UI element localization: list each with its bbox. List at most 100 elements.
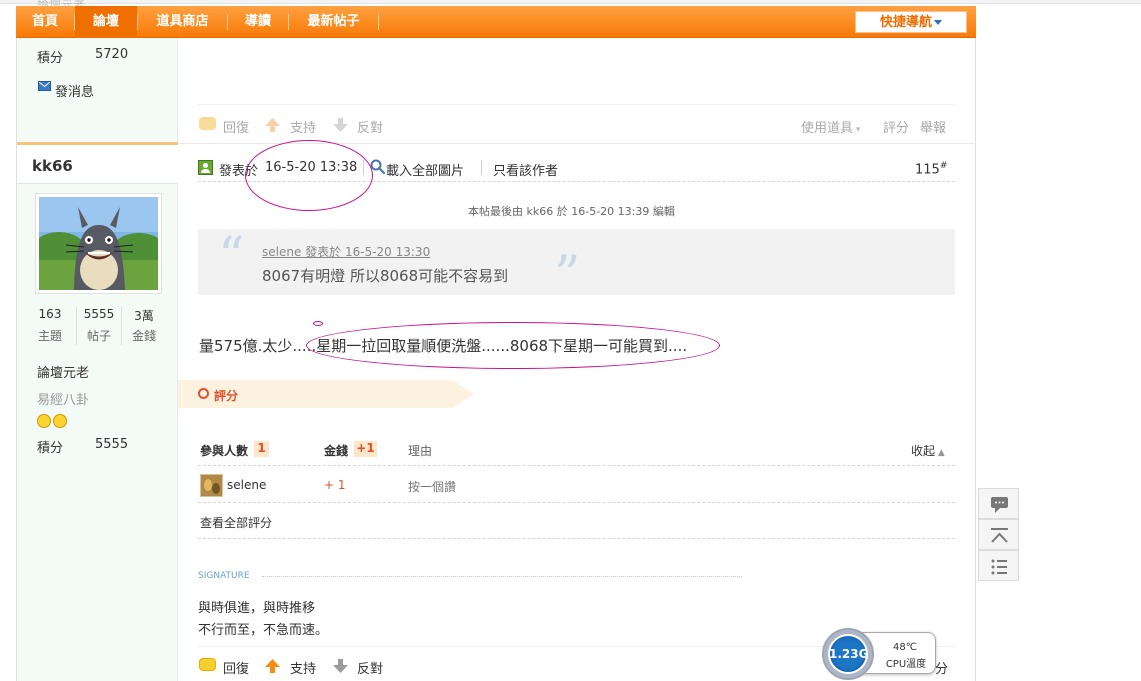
quote-meta[interactable]: selene 發表於 16-5-20 13:30 — [262, 243, 430, 260]
stat-label-posts: 帖子 — [86, 329, 111, 343]
search-icon — [370, 159, 386, 175]
only-author-link[interactable]: 只看該作者 — [493, 160, 558, 179]
rating-title: 評分 — [214, 389, 239, 403]
signature-divider — [262, 576, 742, 577]
floor-number[interactable]: 115# — [915, 161, 947, 177]
quote-text: 8067有明燈 所以8068可能不容易到 — [262, 267, 509, 285]
cpu-monitor-widget[interactable]: 48℃ CPU溫度 1.23G — [822, 628, 938, 680]
money-count: +1 — [354, 441, 377, 457]
post-header-divider — [198, 181, 955, 182]
rating-divider — [198, 502, 955, 503]
smiley-icon — [53, 414, 67, 428]
rater-name[interactable]: selene — [227, 478, 266, 492]
rater-avatar[interactable] — [200, 474, 223, 497]
content-right-border — [975, 38, 976, 681]
stat-label-money: 金錢 — [131, 329, 156, 343]
support-icon — [265, 118, 280, 132]
cpu-temperature: 48℃ — [893, 642, 917, 653]
nav-latest-posts[interactable]: 最新帖子 — [289, 6, 378, 38]
stat-label-topics: 主題 — [37, 329, 62, 343]
reply-icon — [199, 658, 216, 671]
prev-support-button[interactable]: 支持 — [290, 117, 316, 136]
user-points-value: 5555 — [95, 437, 129, 452]
prev-report-button[interactable]: 舉報 — [920, 117, 946, 136]
prev-rate-button[interactable]: 評分 — [883, 117, 909, 136]
chevron-down-icon: ▾ — [853, 125, 861, 135]
rating-icon — [198, 388, 209, 399]
signature-line-2: 不行而至，不急而速。 — [198, 623, 329, 638]
collapse-rating-button[interactable]: 收起 ▲ — [911, 442, 945, 459]
support-button[interactable]: 支持 — [290, 658, 316, 677]
cpu-temperature-label: CPU溫度 — [885, 659, 927, 670]
posted-label: 發表於 — [219, 164, 259, 179]
highlight-mark-small — [313, 321, 323, 326]
rater-reason: 按一個讚 — [408, 480, 457, 494]
post-body-prefix: 量575億.太少..... — [199, 337, 317, 355]
user-rank: 論壇元老 — [37, 366, 90, 381]
main-navbar: 首頁 論壇 道具商店 導讀 最新帖子 快捷導航 — [16, 6, 976, 38]
browser-page: 論壇元老 首頁 論壇 道具商店 導讀 最新帖子 快捷導航 積分 5720 發消息… — [0, 0, 1141, 681]
nav-home[interactable]: 首頁 — [16, 6, 74, 38]
signature-label: SIGNATURE — [198, 571, 250, 581]
oppose-icon — [333, 659, 348, 673]
back-to-top-button[interactable] — [978, 519, 1019, 550]
stat-value-posts[interactable]: 5555 — [76, 307, 122, 321]
mail-icon — [38, 81, 51, 91]
highlight-circle-time — [245, 140, 373, 211]
meta-divider — [481, 160, 482, 175]
support-icon — [265, 659, 280, 673]
participants-header: 參與人數 — [200, 444, 249, 458]
prev-oppose-button[interactable]: 反對 — [357, 117, 383, 136]
prev-user-points-label: 積分 — [37, 51, 64, 66]
post-separator — [198, 104, 955, 105]
nav-forum[interactable]: 論壇 — [75, 6, 137, 38]
quick-nav-label: 快捷導航 — [879, 15, 932, 30]
use-item-label: 使用道具 — [801, 121, 854, 136]
cpu-frequency: 1.23G — [829, 647, 869, 661]
reply-button[interactable]: 回復 — [223, 658, 249, 677]
quick-nav-button[interactable]: 快捷導航 — [855, 11, 967, 33]
signature-line-1: 與時俱進，與時推移 — [198, 601, 316, 616]
reply-icon — [199, 117, 216, 130]
list-icon — [991, 559, 1007, 575]
use-item-menu[interactable]: 使用道具 ▾ — [801, 117, 860, 136]
nav-divider — [378, 14, 379, 30]
author-avatar-frame[interactable] — [31, 193, 169, 294]
stat-value-topics[interactable]: 163 — [30, 307, 70, 321]
post-body-highlight: 星期一拉回取量順便洗盤......8068下星期一可能買到.... — [316, 337, 688, 355]
prev-reply-button[interactable]: 回復 — [223, 117, 249, 136]
floor-value: 115 — [915, 162, 940, 178]
user-group: 易經八卦 — [37, 393, 90, 408]
posted-time: 16-5-20 13:38 — [265, 160, 358, 175]
post-author-name[interactable]: kk66 — [32, 157, 73, 175]
money-header: 金錢 — [324, 444, 349, 458]
quote-close-icon: ” — [554, 246, 581, 306]
oppose-button[interactable]: 反對 — [357, 658, 383, 677]
author-sidebar: 積分 5720 發消息 kk66 163 主題 5555 帖子 3萬 金錢 論壇… — [16, 38, 178, 681]
edited-notice: 本帖最後由 kk66 於 16-5-20 13:39 編輯 — [468, 205, 675, 218]
prev-user-points-value: 5720 — [95, 47, 129, 62]
quick-reply-button[interactable] — [978, 488, 1019, 519]
nav-shop[interactable]: 道具商店 — [138, 6, 227, 38]
view-all-ratings-link[interactable]: 查看全部評分 — [200, 514, 272, 531]
return-list-button[interactable] — [978, 550, 1019, 581]
quote-open-icon: “ — [218, 227, 245, 287]
user-points-label: 積分 — [37, 441, 64, 456]
back-to-top-icon — [991, 528, 1008, 543]
floor-suffix: # — [939, 161, 948, 171]
avatar — [31, 197, 169, 290]
meta-divider — [363, 160, 364, 175]
comment-icon — [991, 497, 1008, 513]
participants-count: 1 — [254, 441, 269, 457]
chevron-up-icon: ▲ — [935, 448, 945, 458]
oppose-icon — [333, 118, 348, 132]
send-message-link[interactable]: 發消息 — [55, 81, 94, 100]
user-icon — [198, 160, 213, 175]
browser-top-edge — [0, 0, 1141, 4]
nav-guide[interactable]: 導讀 — [228, 6, 288, 38]
load-all-images-link[interactable]: 載入全部圖片 — [386, 160, 464, 179]
rating-divider — [198, 538, 955, 539]
quote-block: “ selene 發表於 16-5-20 13:30 8067有明燈 所以806… — [198, 227, 955, 302]
smiley-icon — [37, 414, 51, 428]
rater-money: + 1 — [324, 478, 346, 492]
